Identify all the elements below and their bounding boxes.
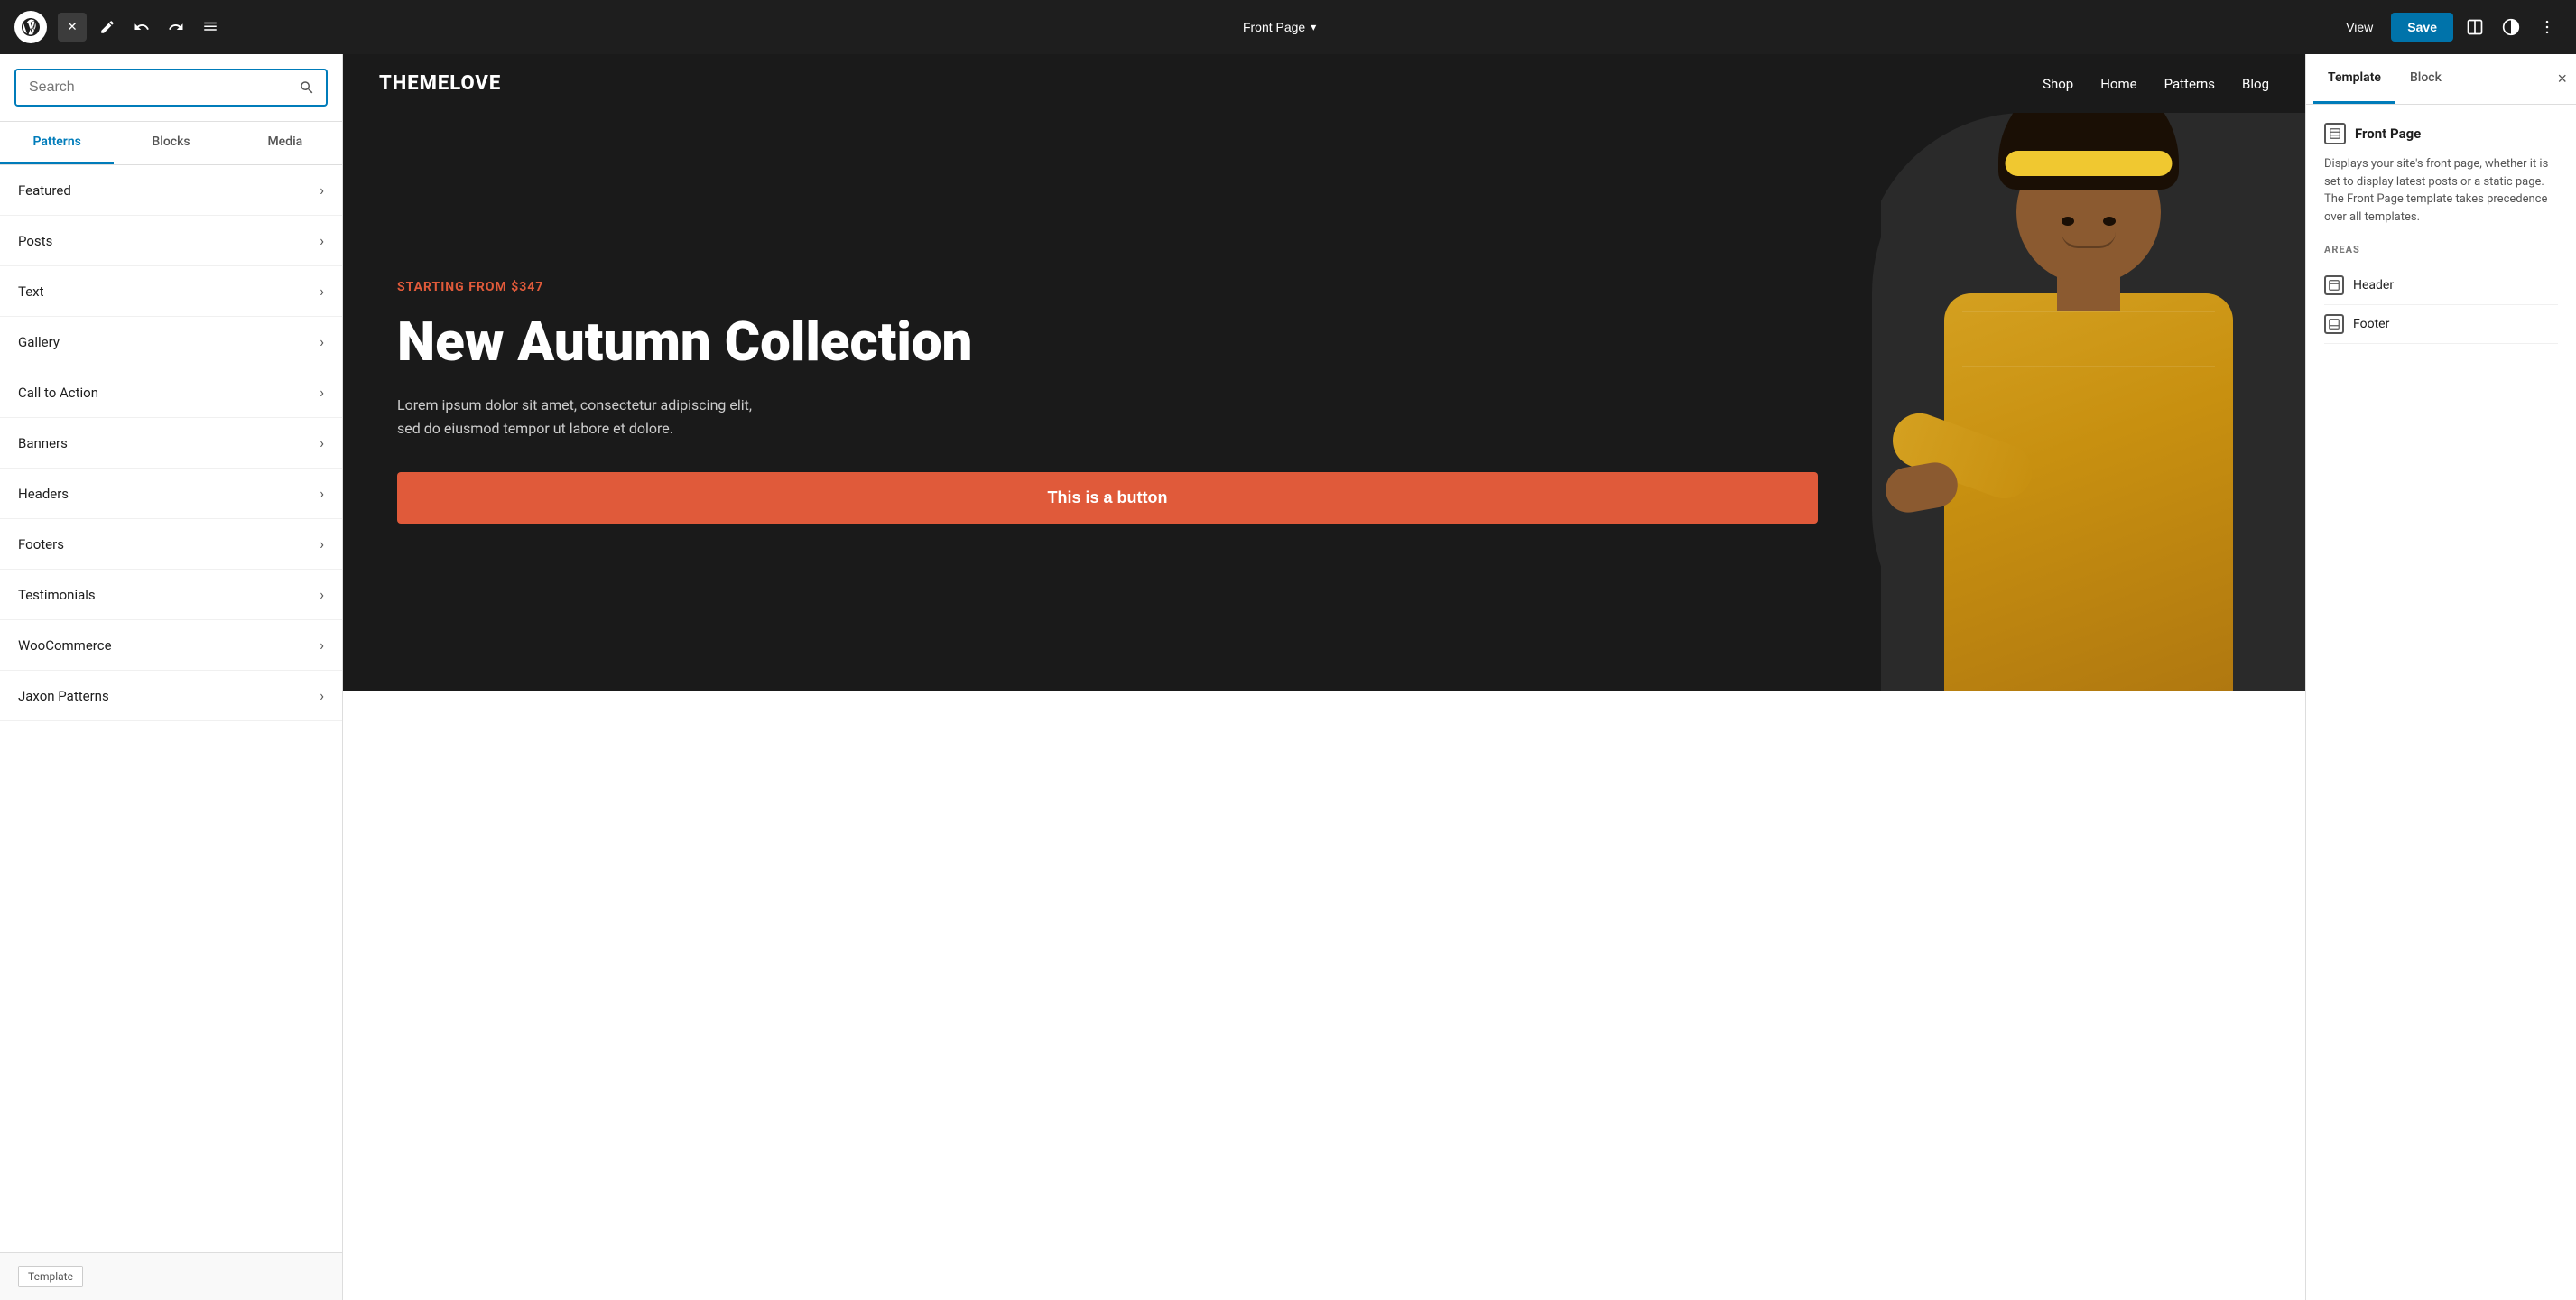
search-icon-button[interactable] xyxy=(288,72,326,103)
nav-item-blog[interactable]: Blog xyxy=(2242,76,2269,92)
pattern-item-jaxon[interactable]: Jaxon Patterns › xyxy=(0,671,342,721)
chevron-right-icon: › xyxy=(320,535,324,552)
tab-blocks[interactable]: Blocks xyxy=(114,122,227,164)
toolbar-center: Front Page ▾ xyxy=(231,14,2328,40)
chevron-right-icon: › xyxy=(320,333,324,350)
area-item-header[interactable]: Header xyxy=(2324,266,2558,305)
left-sidebar: Patterns Blocks Media Featured › Posts ›… xyxy=(0,54,343,1300)
site-logo: THEMELOVE xyxy=(379,72,501,95)
right-panel-content: Front Page Displays your site's front pa… xyxy=(2306,105,2576,362)
chevron-right-icon: › xyxy=(320,232,324,249)
search-input-wrap xyxy=(14,69,328,107)
chevron-right-icon: › xyxy=(320,384,324,401)
template-title: Front Page xyxy=(2355,125,2421,142)
tab-block[interactable]: Block xyxy=(2395,54,2456,104)
hero-tag: STARTING FROM $347 xyxy=(397,280,1818,294)
hero-description: Lorem ipsum dolor sit amet, consectetur … xyxy=(397,394,776,440)
chevron-right-icon: › xyxy=(320,636,324,654)
area-header-label: Header xyxy=(2353,278,2394,292)
area-footer-label: Footer xyxy=(2353,317,2389,331)
pattern-item-posts[interactable]: Posts › xyxy=(0,216,342,266)
area-item-footer[interactable]: Footer xyxy=(2324,305,2558,344)
bottom-template-label: Template xyxy=(0,1252,342,1300)
undo-button[interactable] xyxy=(128,14,155,41)
redo-button[interactable] xyxy=(162,14,190,41)
main-layout: Patterns Blocks Media Featured › Posts ›… xyxy=(0,54,2576,1300)
pattern-item-featured[interactable]: Featured › xyxy=(0,165,342,216)
half-circle-button[interactable] xyxy=(2497,13,2525,42)
site-nav: Shop Home Patterns Blog xyxy=(2043,76,2269,92)
wp-logo xyxy=(14,11,47,43)
template-icon xyxy=(2324,123,2346,144)
save-button[interactable]: Save xyxy=(2391,13,2453,42)
list-view-button[interactable] xyxy=(197,14,224,41)
right-panel: Template Block × Front Page Displays you… xyxy=(2305,54,2576,1300)
hero-title: New Autumn Collection xyxy=(397,312,1818,372)
right-panel-tabs: Template Block xyxy=(2313,54,2456,104)
pattern-item-gallery[interactable]: Gallery › xyxy=(0,317,342,367)
canvas-frame: THEMELOVE Shop Home Patterns Blog STARTI… xyxy=(343,54,2305,1300)
chevron-right-icon: › xyxy=(320,181,324,199)
chevron-right-icon: › xyxy=(320,687,324,704)
chevron-right-icon: › xyxy=(320,283,324,300)
patterns-list: Featured › Posts › Text › Gallery › Call… xyxy=(0,165,342,1252)
canvas-area: THEMELOVE Shop Home Patterns Blog STARTI… xyxy=(343,54,2305,1300)
search-area xyxy=(0,54,342,122)
tab-patterns[interactable]: Patterns xyxy=(0,122,114,164)
pattern-item-banners[interactable]: Banners › xyxy=(0,418,342,469)
pattern-item-text[interactable]: Text › xyxy=(0,266,342,317)
hero-content: STARTING FROM $347 New Autumn Collection… xyxy=(343,113,1872,691)
site-header: THEMELOVE Shop Home Patterns Blog xyxy=(343,54,2305,113)
nav-item-shop[interactable]: Shop xyxy=(2043,76,2073,92)
tab-media[interactable]: Media xyxy=(228,122,342,164)
chevron-right-icon: › xyxy=(320,434,324,451)
close-button[interactable]: ✕ xyxy=(58,13,87,42)
panel-close-button[interactable]: × xyxy=(2548,60,2576,98)
chevron-right-icon: › xyxy=(320,485,324,502)
toolbar-right: View Save xyxy=(2335,13,2562,42)
hero-image-area xyxy=(1872,113,2305,691)
sidebar-tabs: Patterns Blocks Media xyxy=(0,122,342,165)
template-description: Displays your site's front page, whether… xyxy=(2324,155,2558,226)
pattern-item-call-to-action[interactable]: Call to Action › xyxy=(0,367,342,418)
hero-person xyxy=(1872,113,2305,691)
toolbar: ✕ Front Page ▾ View Save xyxy=(0,0,2576,54)
footer-area-icon xyxy=(2324,314,2344,334)
chevron-right-icon: › xyxy=(320,586,324,603)
search-input[interactable] xyxy=(16,70,288,105)
view-button[interactable]: View xyxy=(2335,14,2384,40)
hero-section: STARTING FROM $347 New Autumn Collection… xyxy=(343,113,2305,691)
nav-item-patterns[interactable]: Patterns xyxy=(2164,76,2215,92)
hero-cta-button[interactable]: This is a button xyxy=(397,472,1818,524)
page-title-button[interactable]: Front Page ▾ xyxy=(1232,14,1327,40)
more-options-button[interactable] xyxy=(2533,13,2562,42)
tab-template[interactable]: Template xyxy=(2313,54,2395,104)
header-area-icon xyxy=(2324,275,2344,295)
right-panel-header: Template Block × xyxy=(2306,54,2576,105)
pattern-item-testimonials[interactable]: Testimonials › xyxy=(0,570,342,620)
template-title-row: Front Page xyxy=(2324,123,2558,144)
layout-icon-button[interactable] xyxy=(2460,13,2489,42)
pattern-item-headers[interactable]: Headers › xyxy=(0,469,342,519)
areas-label: AREAS xyxy=(2324,244,2558,255)
nav-item-home[interactable]: Home xyxy=(2100,76,2136,92)
pattern-item-footers[interactable]: Footers › xyxy=(0,519,342,570)
pattern-item-woocommerce[interactable]: WooCommerce › xyxy=(0,620,342,671)
edit-button[interactable] xyxy=(94,14,121,41)
